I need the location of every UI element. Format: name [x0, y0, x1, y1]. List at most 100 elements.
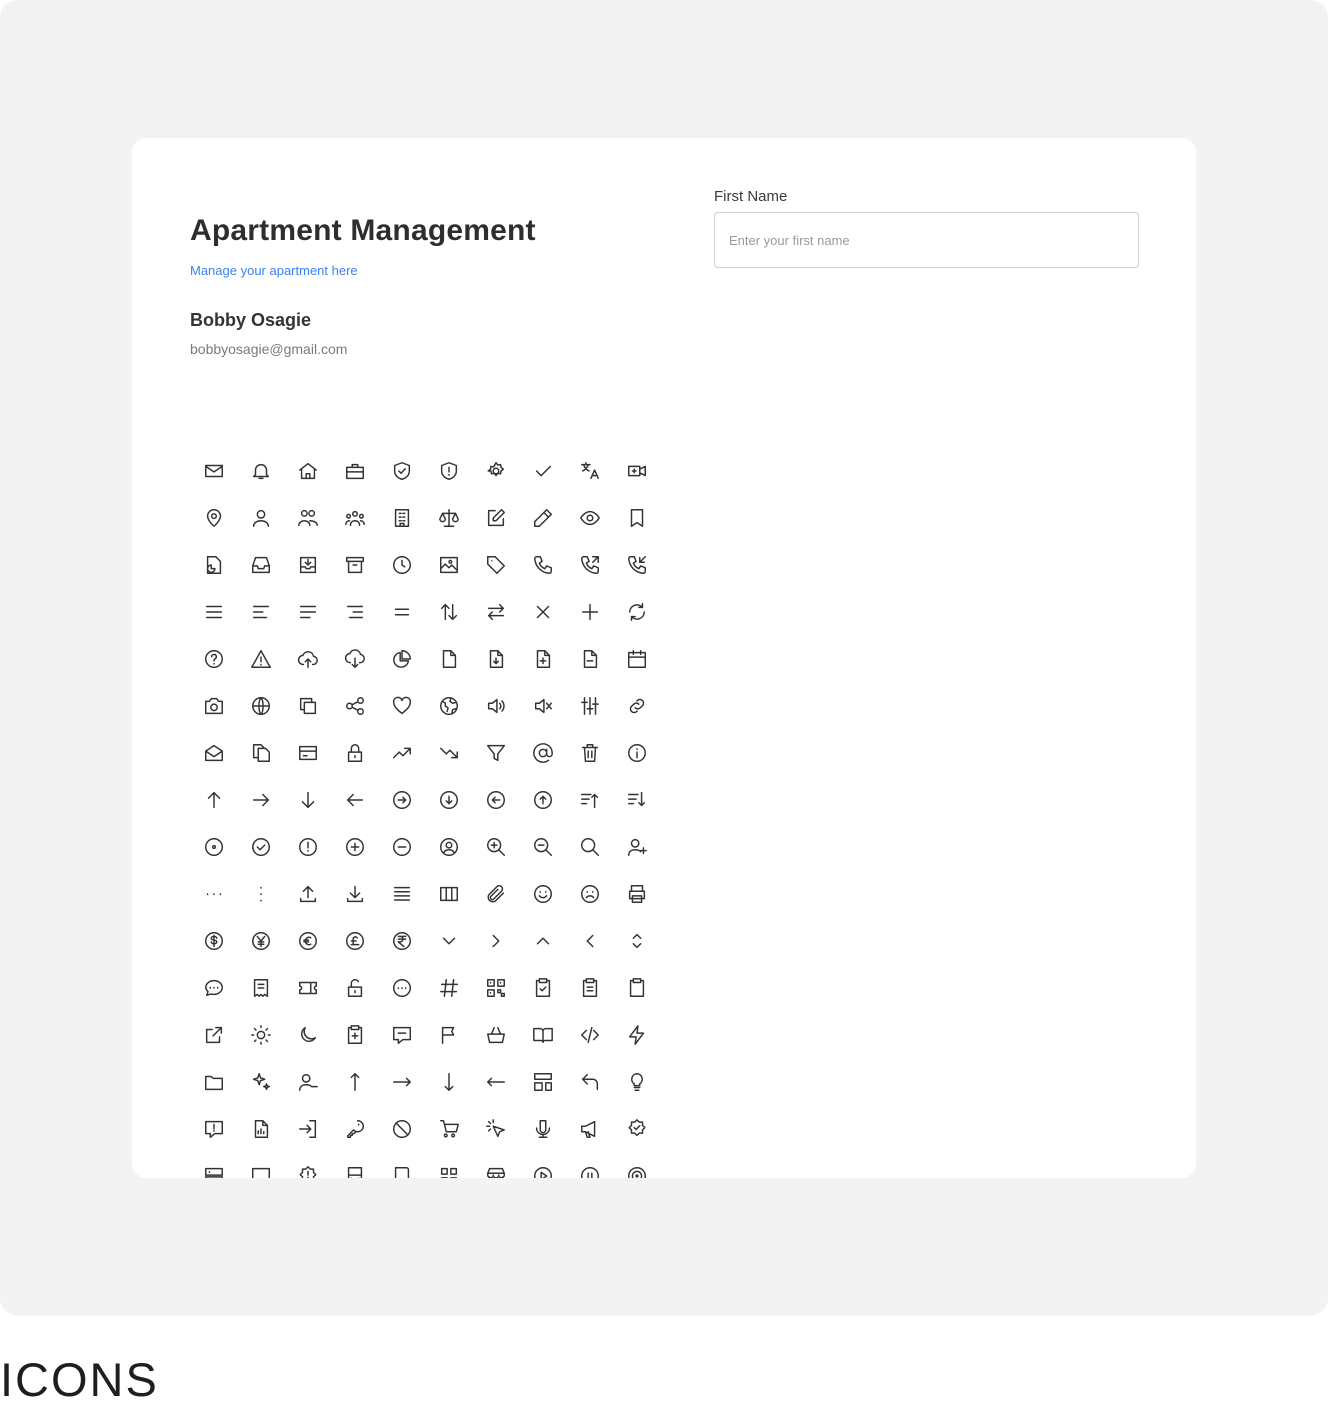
sort-up-icon[interactable]: [566, 776, 613, 823]
menu-icon[interactable]: [190, 588, 237, 635]
image-icon[interactable]: [425, 541, 472, 588]
unlock-icon[interactable]: [331, 964, 378, 1011]
mail-open-icon[interactable]: [190, 729, 237, 776]
edit-icon[interactable]: [472, 494, 519, 541]
warning-icon[interactable]: [237, 635, 284, 682]
sliders-icon[interactable]: [566, 682, 613, 729]
pie-doc-icon[interactable]: [190, 541, 237, 588]
circle-alert-icon[interactable]: [284, 823, 331, 870]
store-icon[interactable]: [472, 1152, 519, 1178]
sort-vertical-icon[interactable]: [425, 588, 472, 635]
rupee-icon[interactable]: [378, 917, 425, 964]
microphone-icon[interactable]: [519, 1105, 566, 1152]
chevron-right-icon[interactable]: [472, 917, 519, 964]
file-minus-icon[interactable]: [566, 635, 613, 682]
target-icon[interactable]: [613, 1152, 660, 1178]
zoom-out-icon[interactable]: [519, 823, 566, 870]
lock-icon[interactable]: [331, 729, 378, 776]
align-right-icon[interactable]: [331, 588, 378, 635]
volume-icon[interactable]: [472, 682, 519, 729]
printer-icon[interactable]: [613, 870, 660, 917]
pie-chart-icon[interactable]: [378, 635, 425, 682]
help-circle-icon[interactable]: [190, 635, 237, 682]
arrow-up-icon[interactable]: [190, 776, 237, 823]
trending-down-icon[interactable]: [425, 729, 472, 776]
sad-icon[interactable]: [566, 870, 613, 917]
calendar-icon[interactable]: [613, 635, 660, 682]
chevron-up-down-icon[interactable]: [613, 917, 660, 964]
clock-icon[interactable]: [378, 541, 425, 588]
files-icon[interactable]: [237, 729, 284, 776]
cloud-download-icon[interactable]: [331, 635, 378, 682]
link-icon[interactable]: [613, 682, 660, 729]
align-center-icon[interactable]: [284, 588, 331, 635]
tag-icon[interactable]: [472, 541, 519, 588]
check-icon[interactable]: [519, 447, 566, 494]
share-icon[interactable]: [331, 682, 378, 729]
file-download-icon[interactable]: [472, 635, 519, 682]
code-icon[interactable]: [566, 1011, 613, 1058]
circle-arrow-down-icon[interactable]: [425, 776, 472, 823]
globe-icon[interactable]: [237, 682, 284, 729]
message-alert-icon[interactable]: [190, 1105, 237, 1152]
map-pin-icon[interactable]: [190, 494, 237, 541]
zoom-in-icon[interactable]: [472, 823, 519, 870]
yen-icon[interactable]: [237, 917, 284, 964]
circle-arrow-left-icon[interactable]: [472, 776, 519, 823]
long-arrow-left-icon[interactable]: [472, 1058, 519, 1105]
info-icon[interactable]: [613, 729, 660, 776]
circle-check-icon[interactable]: [237, 823, 284, 870]
circle-minus-icon[interactable]: [378, 823, 425, 870]
long-arrow-right-icon[interactable]: [378, 1058, 425, 1105]
circle-arrow-right-icon[interactable]: [378, 776, 425, 823]
camera-icon[interactable]: [190, 682, 237, 729]
refresh-icon[interactable]: [613, 588, 660, 635]
user-icon[interactable]: [237, 494, 284, 541]
phone-icon[interactable]: [519, 541, 566, 588]
trash-icon[interactable]: [566, 729, 613, 776]
ban-icon[interactable]: [378, 1105, 425, 1152]
inbox-download-icon[interactable]: [284, 541, 331, 588]
circle-plus-icon[interactable]: [331, 823, 378, 870]
cart-icon[interactable]: [425, 1105, 472, 1152]
sparkles-icon[interactable]: [237, 1058, 284, 1105]
arrow-left-icon[interactable]: [331, 776, 378, 823]
badge-check-icon[interactable]: [613, 1105, 660, 1152]
translate-icon[interactable]: [566, 447, 613, 494]
clipboard-plus-icon[interactable]: [331, 1011, 378, 1058]
book-open-icon[interactable]: [519, 1011, 566, 1058]
earth-icon[interactable]: [425, 682, 472, 729]
filter-icon[interactable]: [472, 729, 519, 776]
eye-icon[interactable]: [566, 494, 613, 541]
bookmark-icon[interactable]: [613, 494, 660, 541]
long-arrow-up-icon[interactable]: [331, 1058, 378, 1105]
archive-icon[interactable]: [331, 541, 378, 588]
arrow-right-icon[interactable]: [237, 776, 284, 823]
zap-icon[interactable]: [613, 1011, 660, 1058]
lightbulb-icon[interactable]: [613, 1058, 660, 1105]
message-square-icon[interactable]: [378, 1011, 425, 1058]
inbox-icon[interactable]: [237, 541, 284, 588]
cursor-click-icon[interactable]: [472, 1105, 519, 1152]
cloud-upload-icon[interactable]: [284, 635, 331, 682]
clipboard-check-icon[interactable]: [519, 964, 566, 1011]
first-name-input[interactable]: [714, 212, 1139, 268]
plus-icon[interactable]: [566, 588, 613, 635]
receipt-icon[interactable]: [237, 964, 284, 1011]
file-icon[interactable]: [425, 635, 472, 682]
pause-circle-icon[interactable]: [566, 1152, 613, 1178]
at-sign-icon[interactable]: [519, 729, 566, 776]
circle-arrow-up-icon[interactable]: [519, 776, 566, 823]
chat-icon[interactable]: [190, 964, 237, 1011]
user-minus-icon[interactable]: [284, 1058, 331, 1105]
key-icon[interactable]: [331, 1105, 378, 1152]
apps-icon[interactable]: [425, 1152, 472, 1178]
columns-icon[interactable]: [425, 870, 472, 917]
sort-down-icon[interactable]: [613, 776, 660, 823]
circle-dots-icon[interactable]: [378, 964, 425, 1011]
arrow-down-icon[interactable]: [284, 776, 331, 823]
moon-icon[interactable]: [284, 1011, 331, 1058]
file-plus-icon[interactable]: [519, 635, 566, 682]
more-vertical-icon[interactable]: [237, 870, 284, 917]
search-icon[interactable]: [566, 823, 613, 870]
